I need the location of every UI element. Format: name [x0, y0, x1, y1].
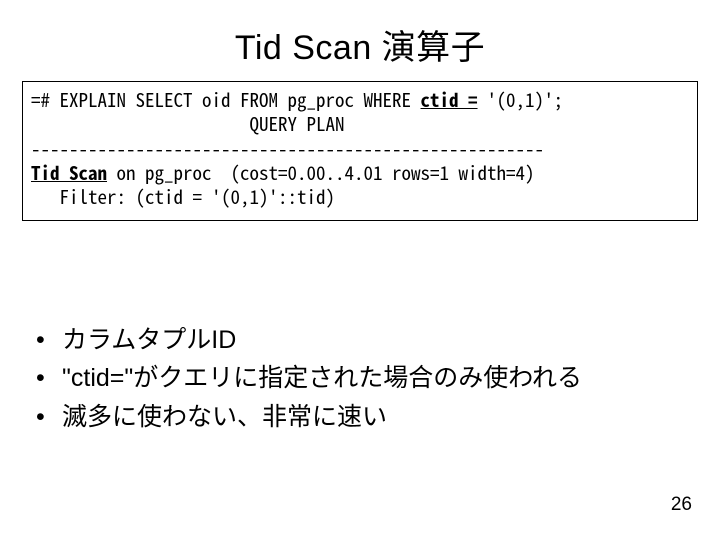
- bullet-text: カラムタプルID: [62, 321, 236, 360]
- code-line-4-b: on pg_proc (cost=0.00..4.01 rows=1 width…: [107, 159, 535, 186]
- bullet-marker: •: [36, 398, 62, 437]
- code-tid-scan: Tid Scan: [31, 159, 107, 186]
- bullet-item: • "ctid="がクエリに指定された場合のみ使われる: [36, 359, 698, 398]
- code-ctid-eq: ctid =: [421, 86, 478, 113]
- bullet-item: • 滅多に使わない、非常に速い: [36, 398, 698, 437]
- bullet-marker: •: [36, 321, 62, 360]
- code-line-5: Filter: (ctid = '(0,1)'::tid): [31, 183, 335, 210]
- code-line-1-a: =# EXPLAIN SELECT oid FROM pg_proc WHERE: [31, 86, 421, 113]
- bullet-text: 滅多に使わない、非常に速い: [62, 398, 387, 437]
- query-plan-box: =# EXPLAIN SELECT oid FROM pg_proc WHERE…: [22, 81, 698, 221]
- code-line-3: ----------------------------------------…: [31, 135, 544, 162]
- bullet-list: • カラムタプルID • "ctid="がクエリに指定された場合のみ使われる •…: [22, 321, 698, 437]
- code-line-2: QUERY PLAN: [31, 110, 345, 137]
- bullet-text: "ctid="がクエリに指定された場合のみ使われる: [62, 359, 582, 398]
- bullet-item: • カラムタプルID: [36, 321, 698, 360]
- page-number: 26: [671, 494, 692, 516]
- code-line-1-c: '(0,1)';: [478, 86, 564, 113]
- slide-title: Tid Scan 演算子: [22, 20, 698, 69]
- slide: Tid Scan 演算子 =# EXPLAIN SELECT oid FROM …: [0, 0, 720, 540]
- bullet-marker: •: [36, 359, 62, 398]
